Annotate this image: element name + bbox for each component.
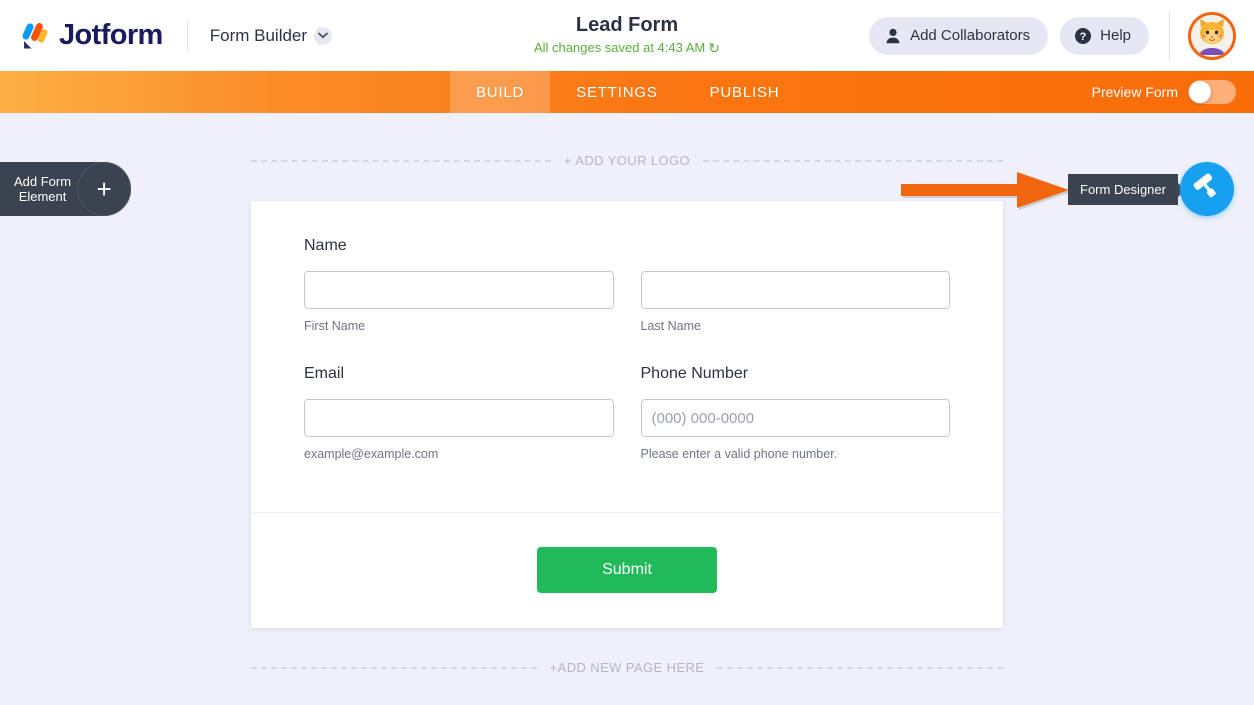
- add-new-page-row[interactable]: +ADD NEW PAGE HERE: [251, 660, 1003, 675]
- name-inputs-row: First Name Last Name: [304, 271, 950, 333]
- form-designer-tooltip: Form Designer: [1068, 174, 1178, 205]
- field-last-name: Last Name: [641, 271, 951, 333]
- form-canvas-card: Name First Name Last Name Email: [251, 201, 1003, 628]
- brand-logo[interactable]: Jotform: [0, 19, 163, 52]
- add-form-element-button[interactable]: Add Form Element +: [0, 162, 131, 216]
- add-logo-row[interactable]: + ADD YOUR LOGO: [251, 153, 1003, 168]
- tab-settings[interactable]: SETTINGS: [550, 71, 683, 113]
- add-form-element-label: Add Form Element: [14, 174, 71, 204]
- field-email: Email example@example.com: [304, 365, 614, 461]
- jotform-form-builder-app: Jotform Form Builder Lead Form All chang…: [0, 0, 1254, 705]
- product-switcher[interactable]: Form Builder: [210, 26, 332, 46]
- help-label: Help: [1100, 27, 1131, 44]
- first-name-input[interactable]: [304, 271, 614, 309]
- form-fields: Name First Name Last Name Email: [251, 201, 1003, 461]
- help-button[interactable]: ? Help: [1060, 17, 1149, 55]
- add-new-page-label: +ADD NEW PAGE HERE: [550, 660, 705, 675]
- email-sublabel: example@example.com: [304, 447, 614, 461]
- last-name-sublabel: Last Name: [641, 319, 951, 333]
- tab-build[interactable]: BUILD: [450, 71, 550, 113]
- avatar[interactable]: [1188, 12, 1236, 60]
- save-status-text: All changes saved at 4:43 AM: [534, 40, 705, 55]
- save-status: All changes saved at 4:43 AM ↻: [534, 40, 720, 55]
- avatar-divider: [1169, 10, 1170, 62]
- field-phone: Phone Number Please enter a valid phone …: [641, 365, 951, 461]
- paint-roller-icon: [1192, 172, 1222, 207]
- brand-name: Jotform: [59, 19, 163, 52]
- field-spacer: [304, 333, 950, 365]
- app-header: Jotform Form Builder Lead Form All chang…: [0, 0, 1254, 71]
- first-name-sublabel: First Name: [304, 319, 614, 333]
- dashed-line-left-bottom: [251, 667, 537, 669]
- field-name: Name First Name Last Name: [304, 237, 950, 333]
- add-collaborators-button[interactable]: Add Collaborators: [869, 17, 1048, 55]
- header-divider: [187, 20, 188, 52]
- chevron-down-icon: [314, 27, 332, 45]
- preview-form-control: Preview Form: [1092, 71, 1236, 113]
- contact-inputs-row: Email example@example.com Phone Number P…: [304, 365, 950, 461]
- header-actions: Add Collaborators ? Help: [869, 0, 1254, 71]
- last-name-input[interactable]: [641, 271, 951, 309]
- toggle-knob: [1189, 81, 1211, 103]
- cat-avatar-icon: [1191, 44, 1233, 60]
- dashed-line-right: [703, 160, 1003, 162]
- field-label-phone: Phone Number: [641, 365, 951, 383]
- plus-icon[interactable]: +: [77, 162, 131, 216]
- main-tabbar: BUILD SETTINGS PUBLISH Preview Form: [0, 71, 1254, 113]
- add-collaborators-label: Add Collaborators: [910, 27, 1030, 44]
- submit-button[interactable]: Submit: [537, 547, 717, 593]
- question-circle-icon: ?: [1074, 27, 1092, 45]
- undo-refresh-icon[interactable]: ↻: [708, 41, 720, 55]
- page-title[interactable]: Lead Form: [576, 12, 678, 38]
- email-input[interactable]: [304, 399, 614, 437]
- product-switcher-label: Form Builder: [210, 26, 307, 46]
- submit-area: Submit: [251, 512, 1003, 628]
- phone-sublabel: Please enter a valid phone number.: [641, 447, 951, 461]
- preview-form-label: Preview Form: [1092, 84, 1178, 100]
- add-logo-label: + ADD YOUR LOGO: [564, 153, 690, 168]
- field-first-name: First Name: [304, 271, 614, 333]
- form-designer-button[interactable]: [1180, 162, 1234, 216]
- form-designer-tooltip-label: Form Designer: [1080, 182, 1166, 197]
- field-label-name: Name: [304, 237, 950, 255]
- tab-publish[interactable]: PUBLISH: [684, 71, 806, 113]
- field-label-email: Email: [304, 365, 614, 383]
- dashed-line-left: [251, 160, 551, 162]
- jotform-logo-icon: [20, 21, 50, 51]
- dashed-line-right-bottom: [717, 667, 1003, 669]
- phone-input[interactable]: [641, 399, 951, 437]
- preview-form-toggle[interactable]: [1188, 80, 1236, 104]
- tab-list: BUILD SETTINGS PUBLISH: [450, 71, 805, 113]
- person-icon: [884, 27, 902, 45]
- svg-text:?: ?: [1080, 31, 1087, 43]
